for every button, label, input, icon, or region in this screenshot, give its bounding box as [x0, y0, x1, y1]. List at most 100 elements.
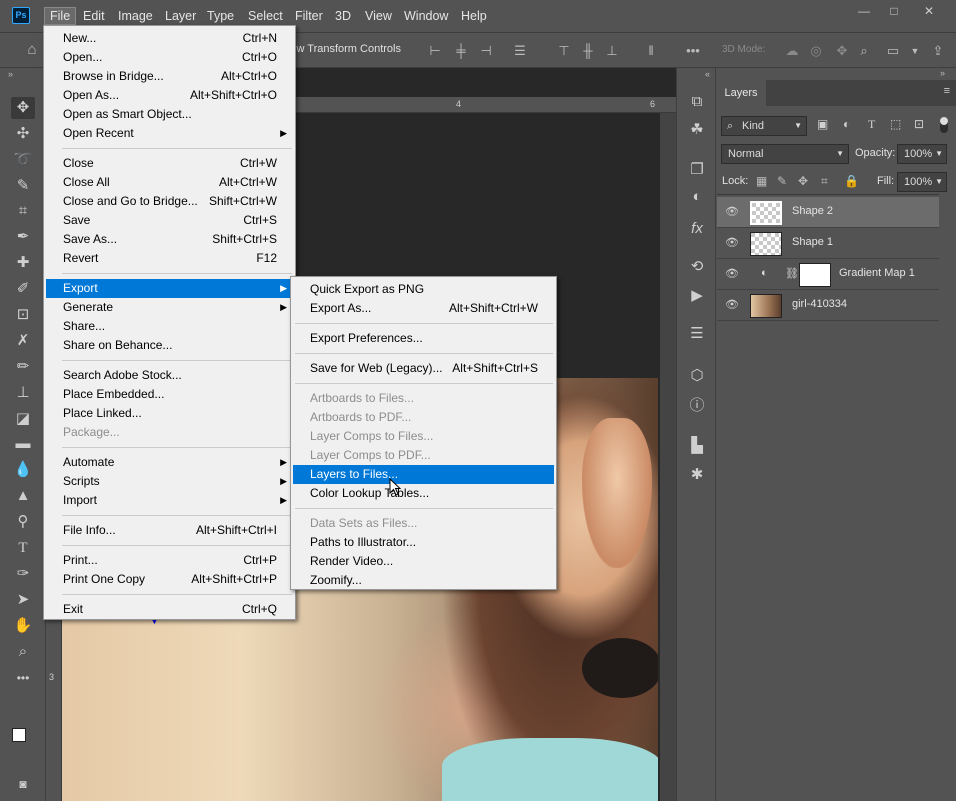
- vertical-scrollbar[interactable]: [660, 113, 676, 801]
- lock-all-icon[interactable]: 🔒: [844, 174, 859, 188]
- menu-item-close[interactable]: Close Ctrl+W: [46, 154, 293, 173]
- menu-item-render-video[interactable]: Render Video...: [293, 552, 554, 571]
- layer-row-girl[interactable]: 👁 girl-410334: [717, 290, 939, 321]
- quick-mask-icon[interactable]: ◙: [11, 773, 35, 795]
- layer-name[interactable]: girl-410334: [792, 298, 847, 310]
- history-icon[interactable]: ⟲: [686, 256, 708, 278]
- lock-artboard-icon[interactable]: ⌗: [821, 174, 828, 189]
- filter-pixel-icon[interactable]: ▣: [817, 117, 828, 131]
- visibility-eye-icon[interactable]: 👁: [725, 236, 739, 250]
- share-icon[interactable]: ⇪: [930, 43, 946, 59]
- menu-item-print[interactable]: Print... Ctrl+P: [46, 551, 293, 570]
- navigator-icon[interactable]: ⧉: [686, 91, 708, 113]
- menu-item-open-recent[interactable]: Open Recent ▶: [46, 124, 293, 143]
- dodge-tool-icon[interactable]: ▲: [11, 485, 35, 507]
- distribute-icon[interactable]: ☰: [512, 43, 528, 59]
- link-icon[interactable]: ⛓: [785, 267, 799, 280]
- close-button[interactable]: ✕: [914, 2, 944, 20]
- workspace-icon[interactable]: ▭: [885, 43, 901, 59]
- filter-shape-icon[interactable]: ⬚: [890, 117, 901, 131]
- paragraph-icon[interactable]: ☰: [686, 323, 708, 345]
- layer-row-gradient-map-1[interactable]: 👁 ◐ ⛓ Gradient Map 1: [717, 259, 939, 290]
- menu-item-export-preferences[interactable]: Export Preferences...: [293, 329, 554, 348]
- quick-select-icon[interactable]: ✎: [11, 175, 35, 197]
- maximize-button[interactable]: □: [879, 2, 909, 20]
- menu-item-exit[interactable]: Exit Ctrl+Q: [46, 600, 293, 619]
- menu-item-scripts[interactable]: Scripts ▶: [46, 472, 293, 491]
- menu-item-share-on-behance[interactable]: Share on Behance...: [46, 336, 293, 355]
- visibility-eye-icon[interactable]: 👁: [725, 267, 739, 281]
- align-bottom-icon[interactable]: ⊥: [604, 43, 620, 59]
- menu-type[interactable]: Type: [202, 7, 239, 25]
- 3d-icon[interactable]: ⬡: [686, 365, 708, 387]
- filter-smartobject-icon[interactable]: ⊡: [914, 117, 924, 131]
- menu-item-zoomify[interactable]: Zoomify...: [293, 571, 554, 590]
- collapse-icon[interactable]: «: [705, 69, 710, 79]
- lock-transparent-icon[interactable]: ▦: [756, 174, 767, 188]
- eyedropper-icon[interactable]: ✒: [11, 226, 35, 248]
- menu-item-save[interactable]: Save Ctrl+S: [46, 211, 293, 230]
- menu-image[interactable]: Image: [113, 7, 158, 25]
- filter-kind-select[interactable]: ⌕ Kind ▼: [721, 116, 807, 136]
- filter-adjustment-icon[interactable]: ◐: [843, 117, 850, 131]
- type-tool-icon[interactable]: T: [11, 537, 35, 559]
- menu-item-revert[interactable]: Revert F12: [46, 249, 293, 268]
- panel-menu-icon[interactable]: ≡: [944, 85, 950, 97]
- zoom-pen-icon[interactable]: ⚲: [11, 511, 35, 533]
- menu-item-automate[interactable]: Automate ▶: [46, 453, 293, 472]
- pencil-icon[interactable]: ✏: [11, 356, 35, 378]
- histogram-icon[interactable]: ▙: [686, 435, 708, 457]
- healing-brush-icon[interactable]: ✚: [11, 252, 35, 274]
- menu-filter[interactable]: Filter: [290, 7, 328, 25]
- artboard-tool-icon[interactable]: ✣: [11, 123, 35, 145]
- menu-item-place-embedded[interactable]: Place Embedded...: [46, 385, 293, 404]
- opacity-field[interactable]: 100% ▼: [897, 144, 947, 164]
- menu-item-export[interactable]: Export ▶: [46, 279, 293, 298]
- lock-position-icon[interactable]: ✥: [798, 174, 808, 188]
- crop-tool-icon[interactable]: ⌗: [11, 200, 35, 222]
- blur-tool-icon[interactable]: 💧: [11, 459, 35, 481]
- menu-item-color-lookup-tables[interactable]: Color Lookup Tables...: [293, 484, 554, 503]
- menu-item-save-as[interactable]: Save As... Shift+Ctrl+S: [46, 230, 293, 249]
- menu-item-print-one-copy[interactable]: Print One Copy Alt+Shift+Ctrl+P: [46, 570, 293, 589]
- menu-layer[interactable]: Layer: [160, 7, 201, 25]
- history-brush-icon[interactable]: ✗: [11, 330, 35, 352]
- menu-file[interactable]: File: [44, 7, 77, 25]
- chevron-down-icon[interactable]: ▼: [907, 43, 923, 59]
- stamp-icon[interactable]: ⊥: [11, 382, 35, 404]
- layer-name[interactable]: Shape 2: [792, 205, 833, 217]
- 3d-pan-icon[interactable]: ✥: [834, 43, 850, 59]
- menu-3d[interactable]: 3D: [330, 7, 356, 25]
- menu-edit[interactable]: Edit: [78, 7, 110, 25]
- align-left-icon[interactable]: ⊢: [427, 43, 443, 59]
- menu-item-layers-to-files[interactable]: Layers to Files...: [293, 465, 554, 484]
- menu-item-close-and-go-to-bridge[interactable]: Close and Go to Bridge... Shift+Ctrl+W: [46, 192, 293, 211]
- align-center-icon[interactable]: ╪: [453, 43, 469, 59]
- menu-item-open-as-smart-object[interactable]: Open as Smart Object...: [46, 105, 293, 124]
- visibility-eye-icon[interactable]: 👁: [725, 298, 739, 312]
- adjustments-icon[interactable]: ◐: [686, 186, 708, 208]
- layer-row-shape-2[interactable]: 👁 Shape 2: [717, 197, 939, 228]
- menu-select[interactable]: Select: [243, 7, 288, 25]
- info-icon[interactable]: ⓘ: [686, 395, 708, 417]
- layer-name[interactable]: Shape 1: [792, 236, 833, 248]
- more-tools-icon[interactable]: •••: [11, 667, 35, 689]
- menu-item-export-as[interactable]: Export As... Alt+Shift+Ctrl+W: [293, 299, 554, 318]
- move-tool-icon[interactable]: ✥: [11, 97, 35, 119]
- pen-tool-icon[interactable]: ✑: [11, 563, 35, 585]
- menu-item-paths-to-illustrator[interactable]: Paths to Illustrator...: [293, 533, 554, 552]
- menu-item-import[interactable]: Import ▶: [46, 491, 293, 510]
- menu-view[interactable]: View: [360, 7, 397, 25]
- blend-mode-select[interactable]: Normal ▼: [721, 144, 849, 164]
- menu-item-new[interactable]: New... Ctrl+N: [46, 29, 293, 48]
- distribute-vertical-icon[interactable]: ‖: [643, 43, 659, 59]
- menu-item-file-info[interactable]: File Info... Alt+Shift+Ctrl+I: [46, 521, 293, 540]
- align-top-icon[interactable]: ⊤: [556, 43, 572, 59]
- clone-stamp-icon[interactable]: ⊡: [11, 304, 35, 326]
- copy-icon[interactable]: ❐: [686, 159, 708, 181]
- minimize-button[interactable]: —: [849, 2, 879, 20]
- menu-item-open-as[interactable]: Open As... Alt+Shift+Ctrl+O: [46, 86, 293, 105]
- brush-tool-icon[interactable]: ✐: [11, 278, 35, 300]
- filter-toggle[interactable]: [940, 117, 948, 133]
- collapse-panel-icon[interactable]: »: [940, 68, 945, 78]
